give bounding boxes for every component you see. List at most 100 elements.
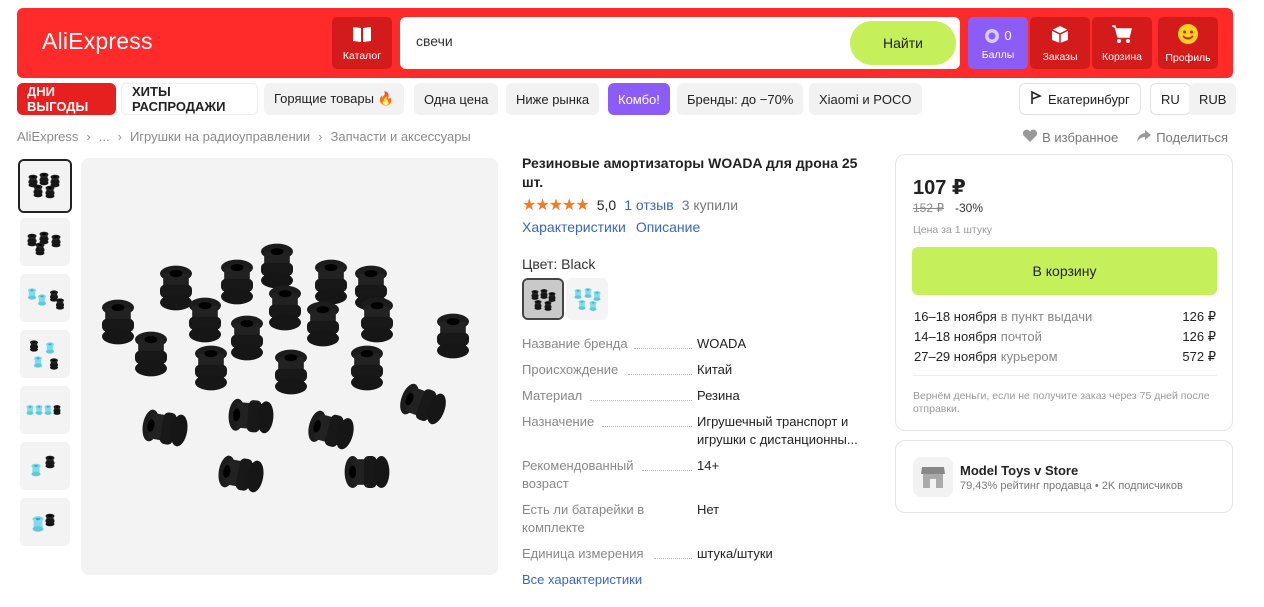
swatch-image [566, 278, 608, 320]
delivery-option[interactable]: 27–29 ноября курьером 572 ₽ [914, 349, 1216, 365]
search-bar: Найти [400, 17, 960, 69]
share-label: Поделиться [1156, 130, 1228, 145]
rubber-dampers-photo [81, 158, 498, 575]
catalog-button[interactable]: Каталог [332, 17, 392, 69]
reviews-link[interactable]: 1 отзыв [624, 197, 674, 213]
points-count: 0 [1004, 27, 1012, 43]
product-main-image[interactable] [81, 158, 498, 575]
rating-value: 5,0 [596, 197, 617, 213]
divider [913, 375, 1217, 376]
spec-leader [654, 558, 692, 559]
chip-below-market[interactable]: Ниже рынка [506, 83, 600, 115]
delivery-date: 14–18 ноября [914, 329, 997, 344]
delivery-option[interactable]: 14–18 ноября почтой 126 ₽ [914, 329, 1216, 345]
all-specs-link[interactable]: Все характеристики [522, 572, 642, 587]
seller-name[interactable]: Model Toys v Store [960, 463, 1078, 478]
profile-button[interactable]: Профиль [1158, 17, 1218, 69]
spec-value: 14+ [697, 458, 720, 473]
thumbnail-image [20, 442, 70, 490]
breadcrumb-item[interactable]: Запчасти и аксессуары [331, 129, 471, 144]
chip-hity-rasprodazhi[interactable]: ХИТЫ РАСПРОДАЖИ [121, 83, 258, 115]
aliexpress-logo[interactable]: AliExpress [42, 28, 153, 55]
current-price: 107 ₽ [913, 177, 966, 199]
search-input[interactable] [416, 33, 836, 49]
color-swatch-black[interactable] [522, 278, 564, 320]
top-header: AliExpress Каталог Найти 0 Баллы Заказы … [17, 8, 1233, 78]
points-button[interactable]: 0 Баллы [968, 17, 1028, 69]
spec-value: Китай [697, 362, 733, 377]
seller-rating: 79,43% рейтинг продавца [960, 480, 1092, 492]
spec-value: WOADA [697, 336, 747, 351]
chip-one-price[interactable]: Одна цена [414, 83, 499, 115]
seller-subscribers: 2K подписчиков [1101, 480, 1183, 492]
breadcrumb-item[interactable]: AliExpress [17, 129, 78, 144]
spec-key: Назначение [522, 414, 595, 429]
breadcrumb-item[interactable]: Игрушки на радиоуправлении [130, 129, 310, 144]
spec-leader [590, 400, 692, 401]
chevron-right-icon: › [86, 129, 91, 144]
spec-value: Резина [697, 388, 740, 403]
delivery-date: 16–18 ноября [914, 309, 997, 324]
orders-button[interactable]: Заказы [1030, 17, 1090, 69]
chip-dni-vygody[interactable]: ДНИ ВЫГОДЫ [17, 83, 116, 115]
favorite-button[interactable]: В избранное [1022, 129, 1118, 146]
thumbnail-7[interactable] [20, 498, 70, 546]
product-title: Резиновые амортизаторы WOADA для дрона 2… [522, 155, 858, 190]
refund-note: Вернём деньги, если не получите заказ че… [913, 390, 1210, 415]
chip-hot-items[interactable]: Горящие товары 🔥 [264, 83, 404, 115]
bought-count: 3 купили [681, 197, 739, 213]
thumbnail-image [20, 330, 70, 378]
color-label: Цвет: Black [522, 256, 596, 272]
delivery-price: 126 ₽ [1182, 309, 1216, 324]
thumbnail-2[interactable] [20, 218, 70, 266]
spec-key: Рекомендованный возраст [522, 458, 634, 491]
tab-characteristics[interactable]: Характеристики [522, 219, 626, 235]
thumbnail-image [20, 274, 70, 322]
spec-key: Материал [522, 388, 583, 403]
store-icon [913, 457, 953, 497]
favorite-label: В избранное [1042, 130, 1119, 145]
seller-meta: 79,43% рейтинг продавца • 2K подписчиков [960, 480, 1183, 492]
catalog-label: Каталог [342, 49, 382, 62]
share-button[interactable]: Поделиться [1136, 129, 1228, 146]
spec-leader [634, 348, 692, 349]
thumbnail-3[interactable] [20, 274, 70, 322]
cart-label: Корзина [1102, 50, 1142, 63]
swatch-image [524, 280, 562, 318]
spec-leader [628, 374, 692, 375]
currency-selector[interactable]: RUB [1189, 83, 1237, 115]
chip-brands[interactable]: Бренды: до −70% [677, 83, 804, 115]
spec-key: Происхождение [522, 362, 619, 377]
spec-leader [602, 426, 692, 427]
add-to-cart-button[interactable]: В корзину [912, 247, 1217, 295]
discount-badge: -30% [955, 201, 984, 215]
chip-combo[interactable]: Комбо! [608, 83, 670, 115]
points-label: Баллы [981, 48, 1015, 61]
book-icon [352, 25, 372, 47]
thumbnail-4[interactable] [20, 330, 70, 378]
delivery-option[interactable]: 16–18 ноября в пункт выдачи 126 ₽ [914, 309, 1216, 325]
orders-label: Заказы [1042, 50, 1078, 63]
thumbnail-6[interactable] [20, 442, 70, 490]
thumbnail-1[interactable] [18, 159, 72, 213]
chip-xiaomi[interactable]: Xiaomi и POCO [809, 83, 922, 115]
tab-description[interactable]: Описание [636, 219, 700, 235]
delivery-method: в пункт выдачи [1000, 309, 1093, 324]
spec-key: Есть ли батарейки в комплекте [522, 502, 645, 535]
thumbnail-5[interactable] [20, 386, 70, 434]
rating-row: ★★★★★ 5,0 1 отзыв 3 купили [522, 195, 738, 215]
dot-separator: • [1094, 480, 1102, 492]
cart-icon [1111, 24, 1133, 48]
smiley-icon [1177, 23, 1199, 49]
delivery-date: 27–29 ноября [914, 349, 997, 364]
thumbnail-image [20, 161, 70, 211]
seller-card[interactable]: Model Toys v Store 79,43% рейтинг продав… [895, 440, 1233, 513]
coin-icon: 0 [984, 26, 1012, 46]
color-swatch-blue[interactable] [566, 278, 608, 320]
search-button[interactable]: Найти [850, 21, 956, 65]
star-rating-icon: ★★★★★ [522, 197, 590, 214]
language-selector[interactable]: RU [1150, 83, 1191, 115]
cart-button[interactable]: Корзина [1092, 17, 1152, 69]
breadcrumb-item[interactable]: ... [99, 129, 110, 144]
city-selector[interactable]: Екатеринбург [1019, 83, 1141, 115]
